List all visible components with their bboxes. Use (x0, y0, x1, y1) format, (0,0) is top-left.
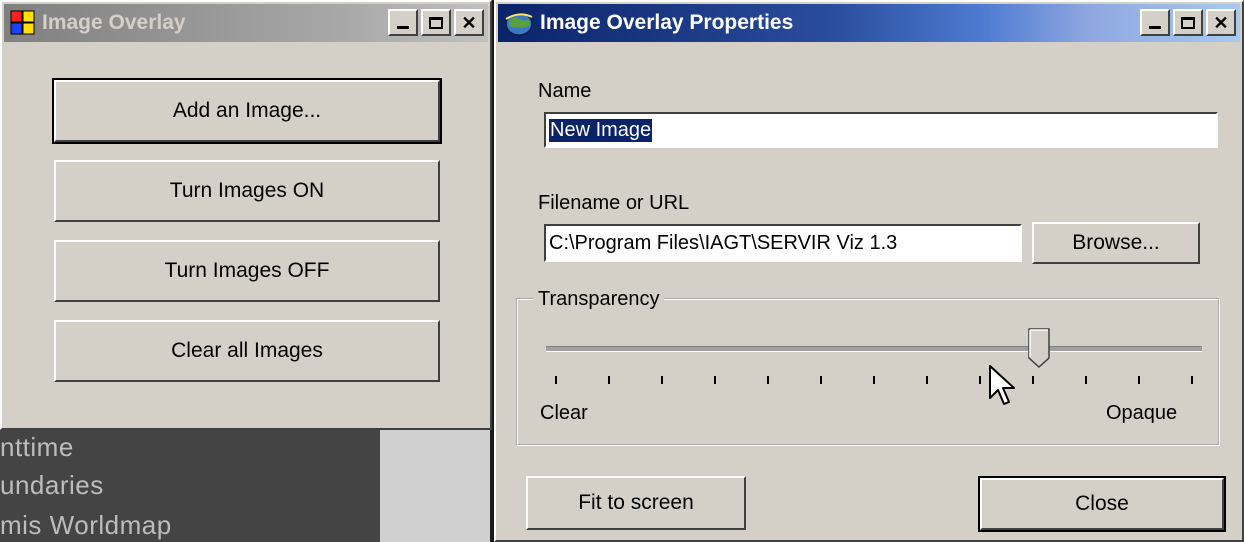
name-label: Name (538, 80, 592, 102)
turn-images-off-button[interactable]: Turn Images OFF (54, 240, 440, 302)
transparency-slider[interactable] (546, 324, 1202, 394)
browse-button[interactable]: Browse... (1032, 222, 1200, 264)
slider-tick (555, 376, 557, 384)
image-overlay-properties-window: Image Overlay Properties ✕ Name New Imag… (494, 0, 1244, 542)
minimize-button[interactable] (388, 9, 418, 36)
close-icon: ✕ (1213, 12, 1229, 33)
slider-tick (1138, 376, 1140, 384)
slider-tick (1191, 376, 1193, 384)
background-map-area (380, 430, 490, 542)
minimize-icon (397, 26, 409, 29)
background-layer-label: nttime (0, 432, 74, 462)
clear-all-images-button[interactable]: Clear all Images (54, 320, 440, 382)
slider-tick (1085, 376, 1087, 384)
slider-track (546, 346, 1202, 352)
maximize-icon (429, 16, 443, 29)
slider-tick (820, 376, 822, 384)
background-layer-label: undaries (0, 470, 104, 500)
slider-tick (979, 376, 981, 384)
minimize-icon (1149, 26, 1161, 29)
close-icon: ✕ (461, 12, 477, 33)
title-bar[interactable]: Image Overlay ✕ (4, 4, 488, 42)
filename-label: Filename or URL (538, 192, 690, 214)
filename-field[interactable]: C:\Program Files\IAGT\SERVIR Viz 1.3 (544, 224, 1022, 262)
name-field[interactable]: New Image (544, 112, 1218, 148)
window-title: Image Overlay Properties (540, 11, 794, 34)
mouse-cursor-icon (988, 364, 1020, 410)
transparency-legend: Transparency (534, 288, 664, 311)
slider-tick (873, 376, 875, 384)
close-button[interactable]: Close (978, 476, 1226, 532)
image-overlay-window: Image Overlay ✕ Add an Image... Turn Ima… (0, 0, 492, 430)
filename-field-value: C:\Program Files\IAGT\SERVIR Viz 1.3 (549, 231, 898, 254)
fit-to-screen-button[interactable]: Fit to screen (526, 476, 746, 530)
add-image-button[interactable]: Add an Image... (52, 78, 442, 144)
slider-thumb[interactable] (1028, 328, 1051, 369)
slider-tick (1032, 376, 1034, 384)
slider-tick (608, 376, 610, 384)
close-window-button[interactable]: ✕ (454, 9, 484, 36)
opaque-label: Opaque (1106, 402, 1178, 424)
slider-tick (767, 376, 769, 384)
maximize-button[interactable] (421, 9, 451, 36)
background-map: nttime undaries mis Worldmap (0, 430, 380, 542)
background-layer-label: mis Worldmap (0, 510, 172, 540)
minimize-button[interactable] (1140, 9, 1170, 36)
slider-tick (926, 376, 928, 384)
turn-images-on-button[interactable]: Turn Images ON (54, 160, 440, 222)
maximize-button[interactable] (1173, 9, 1203, 36)
globe-icon (504, 9, 534, 37)
window-title: Image Overlay (42, 11, 186, 34)
slider-tick (661, 376, 663, 384)
title-bar[interactable]: Image Overlay Properties ✕ (498, 4, 1240, 42)
app-icon (10, 10, 36, 36)
name-field-value: New Image (549, 118, 653, 142)
maximize-icon (1181, 16, 1195, 29)
slider-tick (714, 376, 716, 384)
close-window-button[interactable]: ✕ (1206, 9, 1236, 36)
clear-label: Clear (540, 402, 588, 424)
